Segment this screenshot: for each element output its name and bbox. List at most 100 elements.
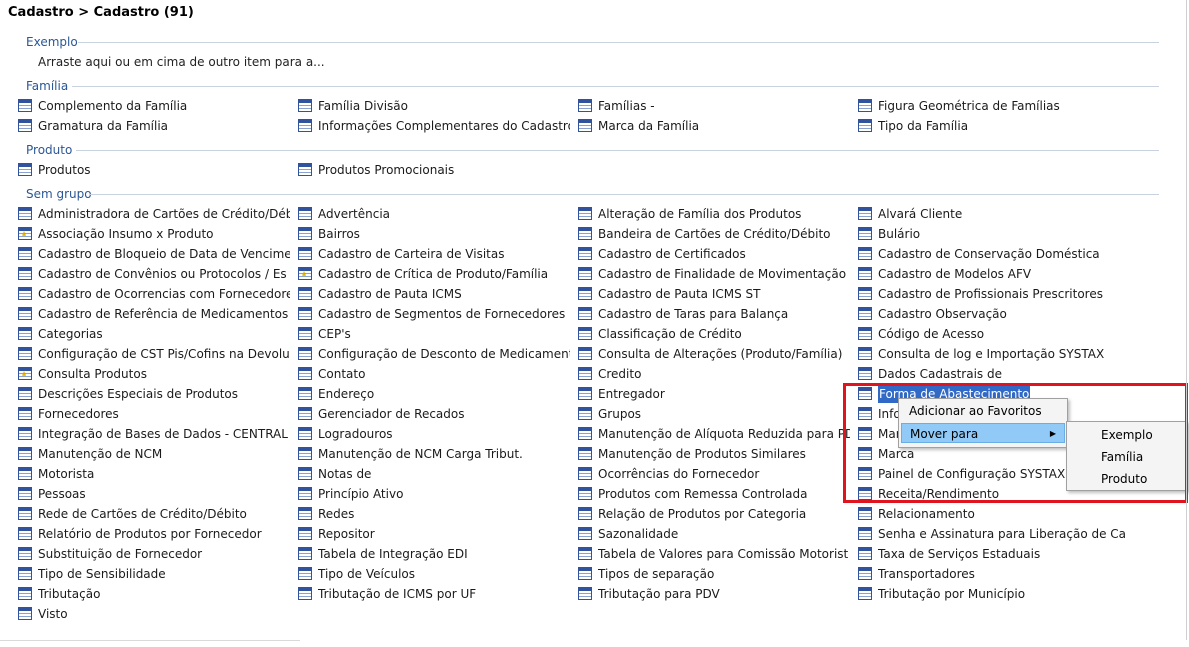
list-item[interactable]: Figura Geométrica de Famílias: [858, 97, 1130, 115]
list-item-label: Classificação de Crédito: [598, 327, 742, 341]
list-item[interactable]: Tipo da Família: [858, 117, 1130, 135]
list-item[interactable]: Cadastro Observação: [858, 305, 1130, 323]
list-item[interactable]: Advertência: [298, 205, 570, 223]
list-item[interactable]: Consulta de Alterações (Produto/Família): [578, 345, 850, 363]
list-item[interactable]: Rede de Cartões de Crédito/Débito: [18, 505, 290, 523]
list-item[interactable]: Categorias: [18, 325, 290, 343]
list-item[interactable]: Taxa de Serviços Estaduais: [858, 545, 1130, 563]
list-item[interactable]: Código de Acesso: [858, 325, 1130, 343]
list-item[interactable]: Consulta de log e Importação SYSTAX: [858, 345, 1130, 363]
list-item[interactable]: Gramatura da Família: [18, 117, 290, 135]
list-item[interactable]: Grupos: [578, 405, 850, 423]
list-item[interactable]: Complemento da Família: [18, 97, 290, 115]
list-item[interactable]: Princípio Ativo: [298, 485, 570, 503]
list-item[interactable]: Manutenção de Alíquota Reduzida para PDV: [578, 425, 850, 443]
list-item[interactable]: Cadastro de Ocorrencias com Fornecedores: [18, 285, 290, 303]
list-item[interactable]: ★ Cadastro de Crítica de Produto/Família: [298, 265, 570, 283]
list-item[interactable]: Motorista: [18, 465, 290, 483]
list-item[interactable]: Bairros: [298, 225, 570, 243]
list-item[interactable]: Cadastro de Carteira de Visitas: [298, 245, 570, 263]
list-item[interactable]: Cadastro de Profissionais Prescritores: [858, 285, 1130, 303]
list-item[interactable]: Manutenção de Produtos Similares: [578, 445, 850, 463]
list-item[interactable]: Repositor: [298, 525, 570, 543]
group-header-produto[interactable]: Produto: [26, 142, 72, 158]
list-item[interactable]: Cadastro de Bloqueio de Data de Vencimen: [18, 245, 290, 263]
menu-item-add-favorites[interactable]: Adicionar ao Favoritos: [901, 401, 1065, 421]
list-item[interactable]: Manutenção de NCM: [18, 445, 290, 463]
list-item[interactable]: Credito: [578, 365, 850, 383]
list-item[interactable]: Gerenciador de Recados: [298, 405, 570, 423]
list-item[interactable]: Família Divisão: [298, 97, 570, 115]
list-item[interactable]: Contato: [298, 365, 570, 383]
list-item-label: Taxa de Serviços Estaduais: [878, 547, 1041, 561]
list-item[interactable]: Dados Cadastrais de: [858, 365, 1130, 383]
list-item[interactable]: Cadastro de Convênios ou Protocolos / Es: [18, 265, 290, 283]
list-item[interactable]: Tabela de Integração EDI: [298, 545, 570, 563]
list-item[interactable]: Cadastro de Taras para Balança: [578, 305, 850, 323]
group-header-familia[interactable]: Família: [26, 78, 68, 94]
list-item[interactable]: Transportadores: [858, 565, 1130, 583]
list-item[interactable]: Descrições Especiais de Produtos: [18, 385, 290, 403]
list-item[interactable]: Tributação por Município: [858, 585, 1130, 603]
list-item[interactable]: Logradouros: [298, 425, 570, 443]
list-item[interactable]: ★ Consulta Produtos: [18, 365, 290, 383]
list-item-label: Descrições Especiais de Produtos: [38, 387, 239, 401]
list-item[interactable]: Alvará Cliente: [858, 205, 1130, 223]
list-item[interactable]: Relacionamento: [858, 505, 1130, 523]
list-item-label: Bairros: [318, 227, 360, 241]
submenu-item-exemplo[interactable]: Exemplo: [1069, 424, 1185, 446]
list-item[interactable]: Cadastro de Segmentos de Fornecedores: [298, 305, 570, 323]
submenu-item-familia[interactable]: Família: [1069, 446, 1185, 468]
list-item[interactable]: Tabela de Valores para Comissão Motorist: [578, 545, 850, 563]
list-item[interactable]: Tributação: [18, 585, 290, 603]
list-item[interactable]: Senha e Assinatura para Liberação de Ca: [858, 525, 1130, 543]
list-item[interactable]: Relação de Produtos por Categoria: [578, 505, 850, 523]
list-item[interactable]: Cadastro de Certificados: [578, 245, 850, 263]
list-item[interactable]: Cadastro de Finalidade de Movimentação: [578, 265, 850, 283]
list-item[interactable]: Pessoas: [18, 485, 290, 503]
list-item[interactable]: Cadastro de Referência de Medicamentos: [18, 305, 290, 323]
list-item[interactable]: Configuração de CST Pis/Cofins na Devolu: [18, 345, 290, 363]
list-item[interactable]: Tipos de separação: [578, 565, 850, 583]
list-item[interactable]: Marca da Família: [578, 117, 850, 135]
list-item[interactable]: Tributação para PDV: [578, 585, 850, 603]
list-item[interactable]: Famílias -: [578, 97, 850, 115]
list-item[interactable]: Produtos com Remessa Controlada: [578, 485, 850, 503]
list-item[interactable]: Informações Complementares do Cadastro F: [298, 117, 570, 135]
list-item[interactable]: Configuração de Desconto de Medicamentos: [298, 345, 570, 363]
list-item[interactable]: Entregador: [578, 385, 850, 403]
list-item-label: Cadastro de Ocorrencias com Fornecedores: [38, 287, 290, 301]
group-header-exemplo[interactable]: Exemplo: [26, 34, 78, 50]
list-item[interactable]: Manutenção de NCM Carga Tribut.: [298, 445, 570, 463]
list-item[interactable]: CEP's: [298, 325, 570, 343]
list-item[interactable]: Cadastro de Modelos AFV: [858, 265, 1130, 283]
menu-item-move-to[interactable]: Mover para ▶: [901, 423, 1065, 443]
group-header-sem-grupo[interactable]: Sem grupo: [26, 186, 92, 202]
list-item[interactable]: Tributação de ICMS por UF: [298, 585, 570, 603]
list-item[interactable]: Bandeira de Cartões de Crédito/Débito: [578, 225, 850, 243]
list-item[interactable]: Notas de: [298, 465, 570, 483]
form-icon: [858, 207, 872, 220]
list-item[interactable]: Produtos: [18, 161, 290, 179]
list-item[interactable]: Substituição de Fornecedor: [18, 545, 290, 563]
list-item[interactable]: Cadastro de Conservação Doméstica: [858, 245, 1130, 263]
list-item[interactable]: Produtos Promocionais: [298, 161, 570, 179]
list-item[interactable]: Administradora de Cartões de Crédito/Déb: [18, 205, 290, 223]
list-item[interactable]: Tipo de Sensibilidade: [18, 565, 290, 583]
list-item[interactable]: Alteração de Família dos Produtos: [578, 205, 850, 223]
list-item[interactable]: Bulário: [858, 225, 1130, 243]
list-item[interactable]: Classificação de Crédito: [578, 325, 850, 343]
list-item[interactable]: Visto: [18, 605, 290, 623]
list-item[interactable]: Sazonalidade: [578, 525, 850, 543]
list-item[interactable]: Fornecedores: [18, 405, 290, 423]
list-item[interactable]: Relatório de Produtos por Fornecedor: [18, 525, 290, 543]
submenu-item-produto[interactable]: Produto: [1069, 468, 1185, 490]
list-item[interactable]: Tipo de Veículos: [298, 565, 570, 583]
list-item[interactable]: Endereço: [298, 385, 570, 403]
list-item[interactable]: Integração de Bases de Dados - CENTRAL: [18, 425, 290, 443]
list-item[interactable]: Cadastro de Pauta ICMS: [298, 285, 570, 303]
list-item[interactable]: Ocorrências do Fornecedor: [578, 465, 850, 483]
list-item[interactable]: Redes: [298, 505, 570, 523]
list-item[interactable]: Cadastro de Pauta ICMS ST: [578, 285, 850, 303]
list-item[interactable]: ★ Associação Insumo x Produto: [18, 225, 290, 243]
